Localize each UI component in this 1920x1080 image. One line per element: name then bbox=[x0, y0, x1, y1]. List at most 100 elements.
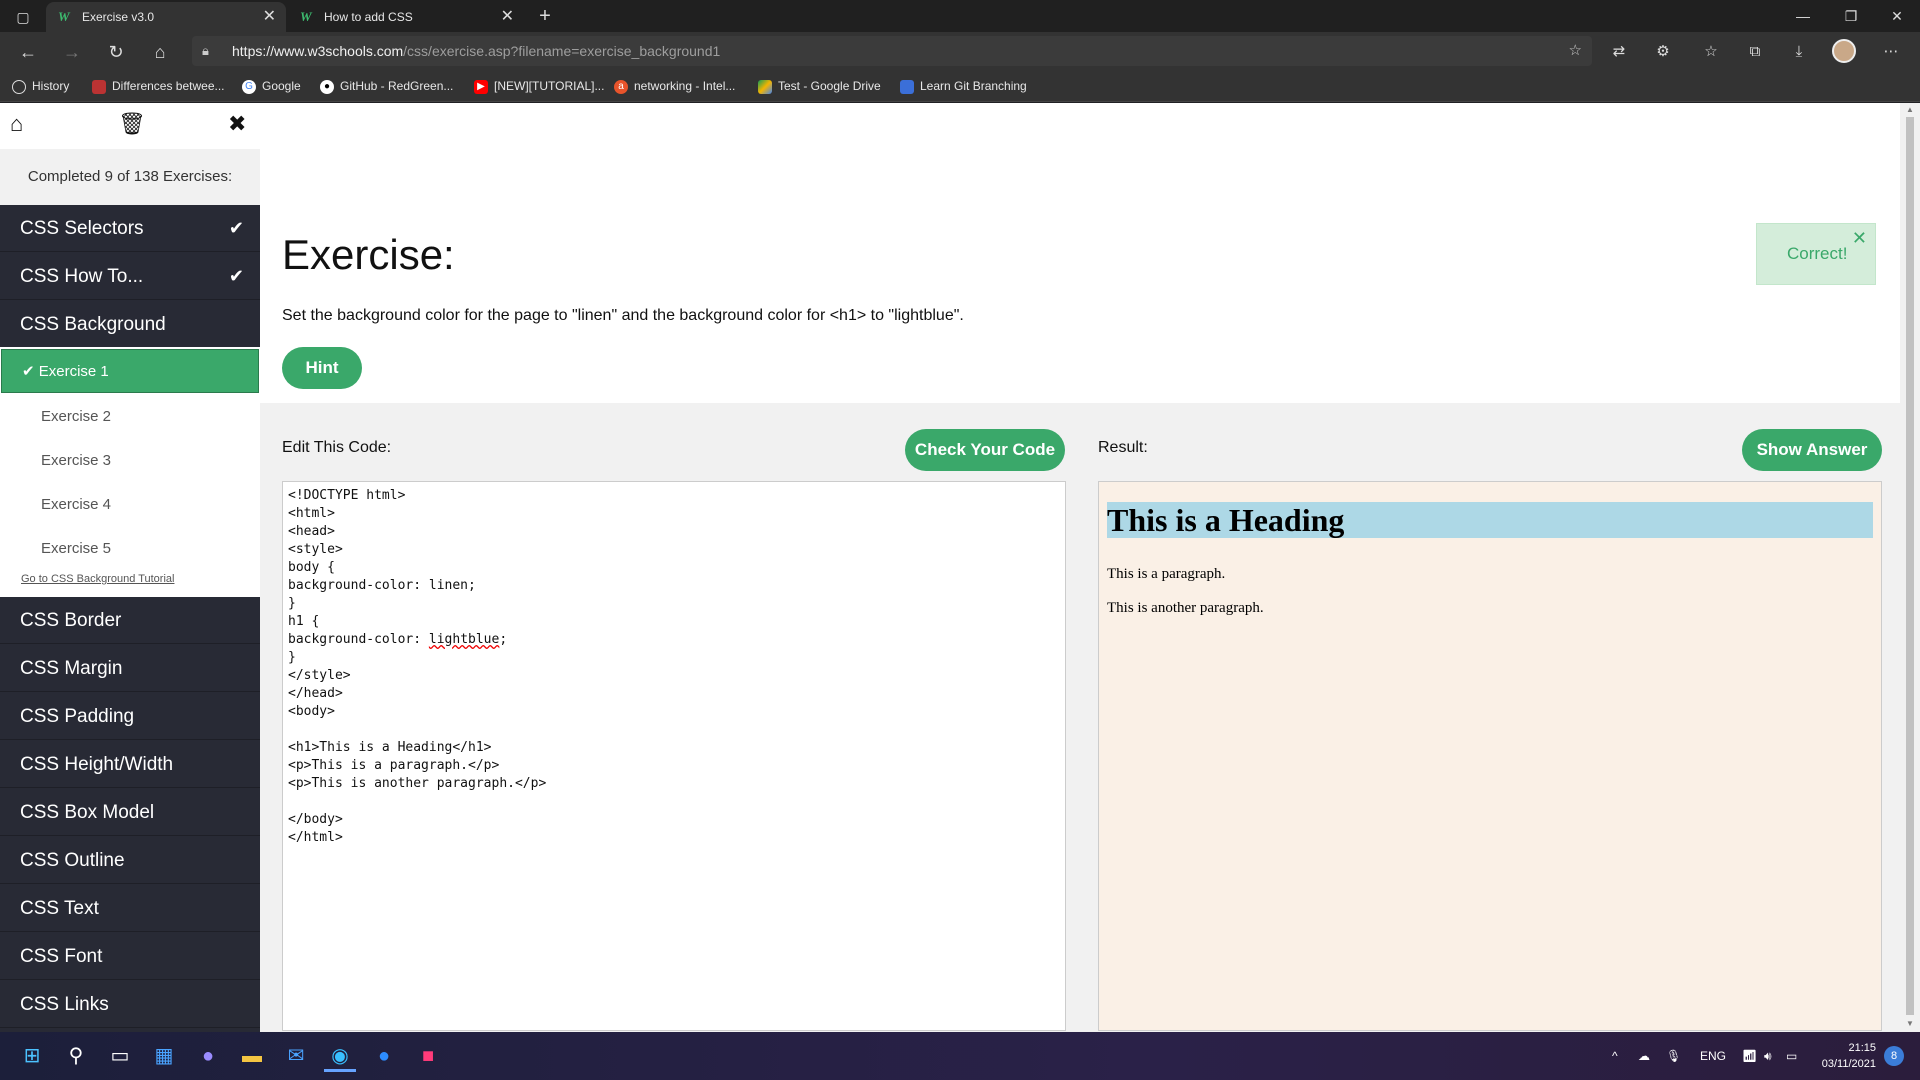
sidebar-topic-css-box-model[interactable]: CSS Box Model bbox=[0, 789, 260, 836]
tab-actions-icon[interactable]: ▢ bbox=[10, 6, 36, 28]
hint-button[interactable]: Hint bbox=[282, 347, 362, 389]
result-heading: This is a Heading bbox=[1107, 502, 1873, 538]
scroll-thumb[interactable] bbox=[1906, 117, 1914, 1015]
tutorial-link[interactable]: Go to CSS Background Tutorial bbox=[21, 573, 174, 585]
system-clock[interactable]: 21:15 03/11/2021 bbox=[1816, 1040, 1876, 1072]
google-icon: G bbox=[242, 79, 256, 94]
reload-icon[interactable]: ↻ bbox=[102, 38, 130, 66]
scroll-up-icon[interactable]: ▲ bbox=[1904, 105, 1916, 114]
downloads-icon[interactable]: ⤓ bbox=[1788, 41, 1810, 63]
widgets-icon[interactable]: ▦ bbox=[148, 1040, 180, 1072]
trash-icon[interactable]: 🗑︎ bbox=[118, 111, 146, 137]
sidebar-topic-css-selectors[interactable]: CSS Selectors ✔ bbox=[0, 205, 260, 252]
volume-icon[interactable]: 🔊︎ bbox=[1764, 1032, 1772, 1080]
exercise-title: Exercise: bbox=[282, 231, 455, 278]
profile-avatar[interactable] bbox=[1832, 39, 1856, 63]
edit-code-label: Edit This Code: bbox=[282, 439, 392, 456]
tab-label: Exercise v3.0 bbox=[82, 10, 155, 24]
url-field[interactable]: 🔒︎ https://www.w3schools.com/css/exercis… bbox=[192, 36, 1592, 66]
intellij-icon[interactable]: ■ bbox=[412, 1040, 444, 1072]
tab-close-icon[interactable]: ✕ bbox=[501, 2, 514, 32]
bookmarks-bar: History Differences betwee... G Google ● G… bbox=[0, 70, 1920, 102]
tray-overflow-icon[interactable]: ^ bbox=[1612, 1032, 1618, 1080]
tab-how-to-add-css[interactable]: W How to add CSS ✕ bbox=[288, 2, 524, 32]
scroll-down-icon[interactable]: ▼ bbox=[1904, 1019, 1916, 1028]
bookmark-icon bbox=[92, 79, 106, 94]
url-text: https://www.w3schools.com/css/exercise.a… bbox=[232, 43, 721, 59]
checkmark-icon: ✔ bbox=[228, 266, 244, 286]
back-icon[interactable]: ← bbox=[14, 38, 42, 66]
sidebar-topic-css-outline[interactable]: CSS Outline bbox=[0, 837, 260, 884]
notification-badge[interactable]: 8 bbox=[1884, 1046, 1904, 1066]
windows-start-icon[interactable]: ⊞ bbox=[16, 1040, 48, 1072]
github-icon: ● bbox=[320, 79, 334, 94]
forward-icon[interactable]: → bbox=[58, 38, 86, 66]
microphone-icon[interactable]: 🎙︎ bbox=[1666, 1032, 1681, 1080]
clock-time: 21:15 bbox=[1848, 1042, 1876, 1054]
sidebar-topic-css-how-to[interactable]: CSS How To... ✔ bbox=[0, 253, 260, 300]
web-page: ⌂ 🗑︎ ✖ Completed 9 of 138 Exercises: CSS… bbox=[0, 103, 1920, 1032]
tab-exercise[interactable]: W Exercise v3.0 ✕ bbox=[46, 2, 286, 32]
bookmark-differences[interactable]: Differences betwee... bbox=[92, 70, 225, 102]
sidebar-topic-css-border[interactable]: CSS Border bbox=[0, 597, 260, 644]
close-icon[interactable]: ✖ bbox=[228, 111, 246, 137]
file-explorer-icon[interactable]: ▬ bbox=[236, 1040, 268, 1072]
bookmark-networking[interactable]: a networking - Intel... bbox=[614, 70, 735, 102]
restore-icon[interactable]: ❐ bbox=[1828, 0, 1874, 32]
battery-icon[interactable]: ▭ bbox=[1786, 1032, 1797, 1080]
check-code-button[interactable]: Check Your Code bbox=[905, 429, 1065, 471]
minimize-icon[interactable]: — bbox=[1780, 0, 1826, 32]
exercise-item-4[interactable]: Exercise 4 bbox=[0, 483, 258, 527]
exercise-main: Exercise: Set the background color for t… bbox=[260, 103, 1900, 1032]
exercise-item-1[interactable]: ✔ Exercise 1 bbox=[1, 349, 259, 393]
tab-close-icon[interactable]: ✕ bbox=[263, 2, 276, 32]
bookmark-google[interactable]: G Google bbox=[242, 70, 301, 102]
bookmark-youtube[interactable]: ▶ [NEW][TUTORIAL]... bbox=[474, 70, 604, 102]
w3schools-favicon-icon: W bbox=[300, 9, 312, 24]
sidebar-topic-css-height-width[interactable]: CSS Height/Width bbox=[0, 741, 260, 788]
code-editor[interactable]: <!DOCTYPE html> <html> <head> <style> bo… bbox=[282, 481, 1066, 1031]
search-icon[interactable]: ⚲ bbox=[60, 1040, 92, 1072]
ask-icon: a bbox=[614, 79, 628, 94]
window-close-icon[interactable]: ✕ bbox=[1874, 0, 1920, 32]
exercise-item-2[interactable]: Exercise 2 bbox=[0, 395, 258, 439]
bookmark-history[interactable]: History bbox=[12, 70, 69, 102]
toast-close-icon[interactable]: ✕ bbox=[1852, 208, 1867, 268]
w3schools-favicon-icon: W bbox=[58, 9, 70, 24]
lock-icon: 🔒︎ bbox=[202, 43, 209, 58]
sidebar-topic-css-font[interactable]: CSS Font bbox=[0, 933, 260, 980]
page-scrollbar[interactable]: ▲ ▼ bbox=[1900, 103, 1920, 1032]
new-tab-icon[interactable]: + bbox=[532, 2, 558, 30]
history-icon bbox=[12, 79, 26, 94]
edge-icon[interactable]: ◉ bbox=[324, 1040, 356, 1072]
bookmark-github[interactable]: ● GitHub - RedGreen... bbox=[320, 70, 453, 102]
bookmark-google-drive[interactable]: Test - Google Drive bbox=[758, 70, 881, 102]
bookmark-learn-git[interactable]: Learn Git Branching bbox=[900, 70, 1027, 102]
chat-icon[interactable]: ● bbox=[192, 1040, 224, 1072]
home-icon[interactable]: ⌂ bbox=[10, 111, 23, 137]
exercise-item-5[interactable]: Exercise 5 bbox=[0, 527, 258, 571]
task-view-icon[interactable]: ▭ bbox=[104, 1040, 136, 1072]
exercise-item-3[interactable]: Exercise 3 bbox=[0, 439, 258, 483]
extensions-icon[interactable]: ⚙ bbox=[1652, 41, 1674, 63]
language-indicator[interactable]: ENG bbox=[1700, 1032, 1726, 1080]
progress-text: Completed 9 of 138 Exercises: bbox=[0, 149, 260, 205]
wifi-icon[interactable]: 📶︎ bbox=[1742, 1032, 1757, 1080]
address-toolbar: ← → ↻ ⌂ 🔒︎ https://www.w3schools.com/css… bbox=[0, 32, 1920, 70]
home-icon[interactable]: ⌂ bbox=[146, 38, 174, 66]
translate-icon[interactable]: ⇄ bbox=[1608, 41, 1630, 63]
sidebar-topic-css-padding[interactable]: CSS Padding bbox=[0, 693, 260, 740]
collections-icon[interactable]: ⧉ bbox=[1744, 41, 1766, 63]
show-answer-button[interactable]: Show Answer bbox=[1742, 429, 1882, 471]
onedrive-icon[interactable]: ☁ bbox=[1638, 1032, 1650, 1080]
more-menu-icon[interactable]: ⋯ bbox=[1880, 41, 1902, 63]
zoom-icon[interactable]: ● bbox=[368, 1040, 400, 1072]
browser-tab-bar: ▢ W Exercise v3.0 ✕ W How to add CSS ✕ +… bbox=[0, 0, 1920, 32]
sidebar-topic-css-margin[interactable]: CSS Margin bbox=[0, 645, 260, 692]
mail-icon[interactable]: ✉ bbox=[280, 1040, 312, 1072]
add-favorite-icon[interactable]: ☆ bbox=[1569, 36, 1582, 66]
sidebar-topic-css-text[interactable]: CSS Text bbox=[0, 885, 260, 932]
sidebar-topic-css-links[interactable]: CSS Links bbox=[0, 981, 260, 1028]
favorites-icon[interactable]: ☆ bbox=[1700, 41, 1722, 63]
sidebar-topic-css-background[interactable]: CSS Background bbox=[0, 301, 260, 348]
